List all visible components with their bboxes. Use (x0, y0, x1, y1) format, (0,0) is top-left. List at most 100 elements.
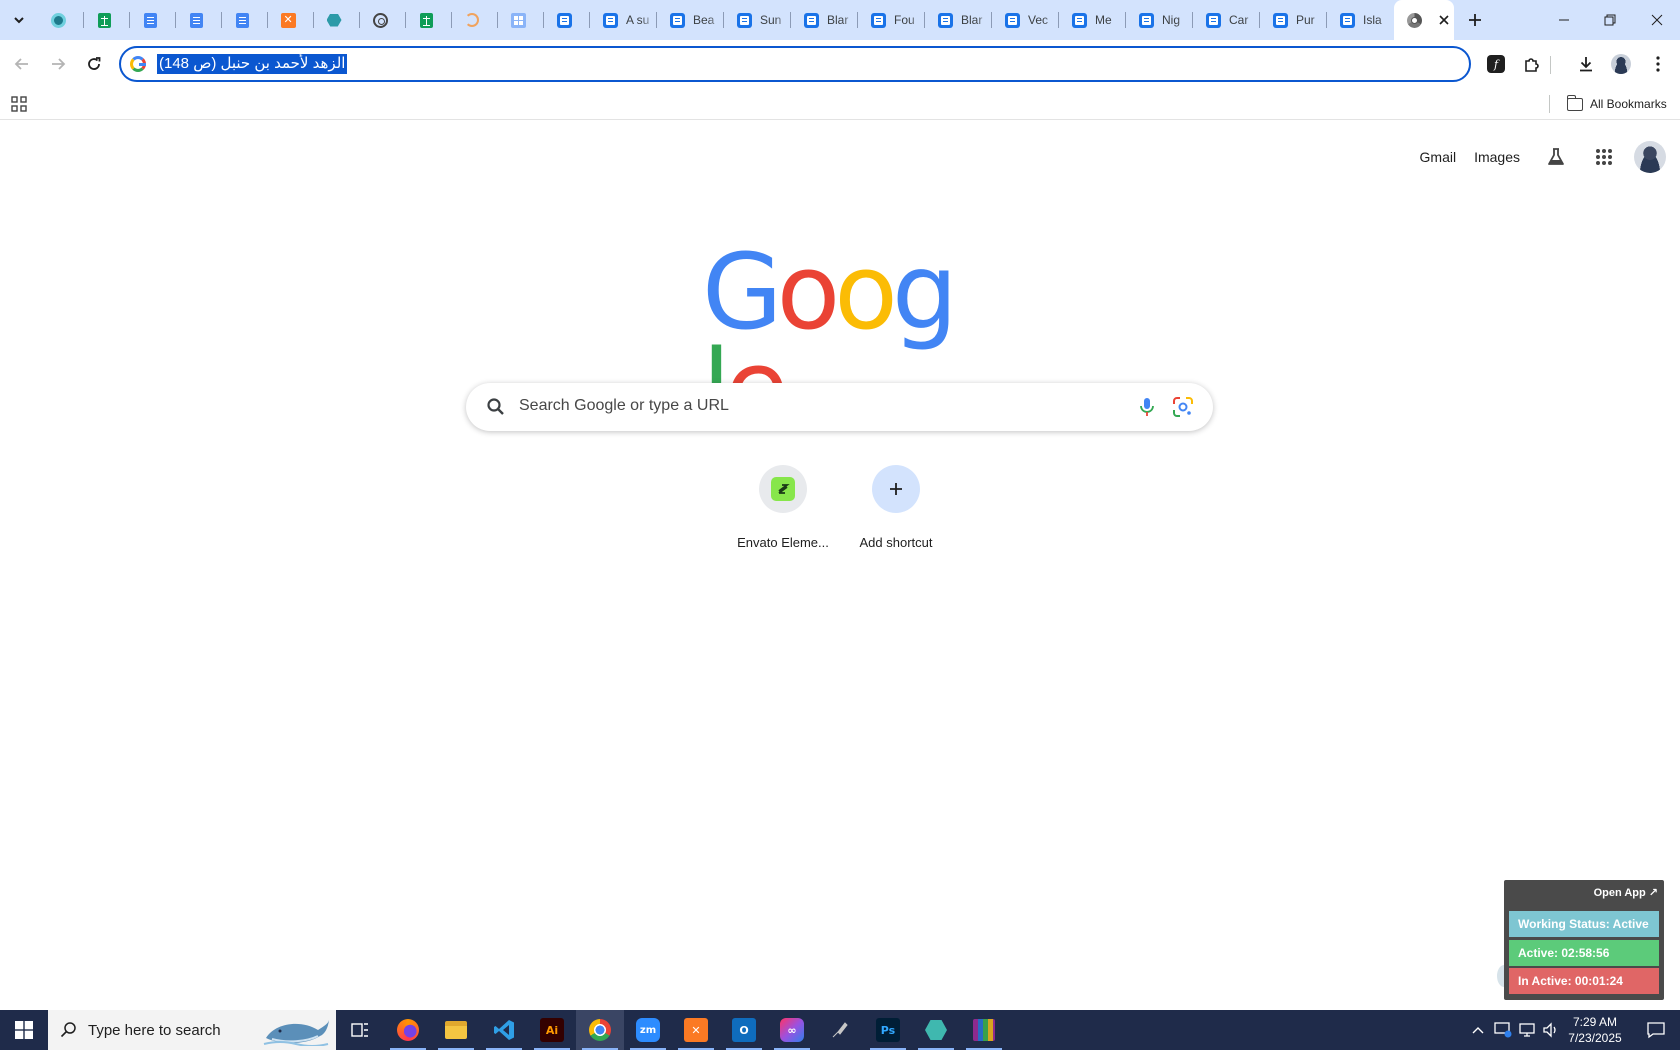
close-window-button[interactable] (1634, 0, 1680, 40)
tab[interactable] (406, 0, 452, 40)
taskbar-search-placeholder[interactable]: Type here to search (88, 1022, 221, 1039)
extension-button[interactable]: f (1482, 50, 1510, 78)
profile-button[interactable] (1607, 50, 1635, 78)
winrar-icon (973, 1019, 995, 1041)
tab[interactable] (222, 0, 268, 40)
toolbar-divider (1550, 56, 1551, 74)
taskbar-app-vscode[interactable] (480, 1010, 528, 1050)
tab-title: Blar (827, 13, 849, 27)
taskbar-app-teal[interactable] (912, 1010, 960, 1050)
tab[interactable] (130, 0, 176, 40)
taskbar-app-firefox[interactable] (384, 1010, 432, 1050)
tab[interactable] (84, 0, 130, 40)
new-tab-button[interactable] (1463, 8, 1487, 32)
taskbar-app-illustrator[interactable]: Ai (528, 1010, 576, 1050)
whale-illustration-icon (263, 1020, 329, 1046)
task-view-button[interactable] (336, 1010, 384, 1050)
google-forms-icon (556, 12, 572, 28)
xampp-icon: ✕ (684, 1018, 708, 1042)
tab[interactable] (544, 0, 590, 40)
microphone-icon[interactable] (1136, 396, 1158, 418)
tab[interactable] (452, 0, 498, 40)
tab[interactable]: Blar (925, 0, 992, 40)
google-sheets-icon (418, 12, 434, 28)
google-apps-button[interactable] (1584, 137, 1624, 177)
address-bar-text[interactable]: الزهد لأحمد بن حنبل (ص 148) (157, 54, 348, 74)
tab-title: Pur (1296, 13, 1315, 27)
tab[interactable]: Car (1193, 0, 1260, 40)
all-bookmarks-button[interactable]: All Bookmarks (1566, 94, 1667, 114)
tab-title: Bea (693, 13, 715, 27)
avatar[interactable] (1634, 141, 1666, 173)
tab[interactable]: Me (1059, 0, 1126, 40)
taskbar-app-file-explorer[interactable] (432, 1010, 480, 1050)
taskbar-app-photoshop[interactable]: Ps (864, 1010, 912, 1050)
google-lens-icon[interactable] (1172, 396, 1194, 418)
all-bookmarks-label: All Bookmarks (1590, 97, 1667, 111)
search-placeholder[interactable]: Search Google or type a URL (519, 397, 729, 415)
ntp-search-box[interactable]: Search Google or type a URL (466, 383, 1213, 431)
tab[interactable] (176, 0, 222, 40)
taskbar-app-zoom[interactable]: zm (624, 1010, 672, 1050)
tab-active[interactable] (1394, 0, 1454, 40)
back-button[interactable] (8, 50, 36, 78)
taskbar-app-winrar[interactable] (960, 1010, 1008, 1050)
tab[interactable]: Isla (1327, 0, 1394, 40)
tab[interactable] (268, 0, 314, 40)
tab[interactable] (38, 0, 84, 40)
taskbar-clock[interactable]: 7:29 AM 7/23/2025 (1560, 1014, 1630, 1046)
show-hidden-icons-button[interactable] (1466, 1010, 1490, 1050)
open-app-link[interactable]: Open App ↗ (1594, 886, 1658, 899)
tab[interactable]: Blar (791, 0, 858, 40)
menu-button[interactable] (1644, 50, 1672, 78)
tray-volume[interactable] (1540, 1010, 1562, 1050)
openai-icon (372, 12, 388, 28)
tab[interactable]: Vec (992, 0, 1059, 40)
tab[interactable]: A su (590, 0, 657, 40)
time-tracker-widget: Open App ↗ Working Status: Active Active… (1504, 880, 1664, 1000)
google-forms-icon (803, 12, 819, 28)
shortcut-envato[interactable]: Envato Eleme... (727, 463, 839, 550)
tab[interactable]: Fou (858, 0, 925, 40)
inactive-time: In Active: 00:01:24 (1509, 968, 1659, 994)
taskbar-app-outlook[interactable]: O (720, 1010, 768, 1050)
labs-button[interactable] (1536, 137, 1576, 177)
tab[interactable]: Sun (724, 0, 791, 40)
forward-button[interactable] (44, 50, 72, 78)
taskbar-app-creative-cloud[interactable]: ∞ (768, 1010, 816, 1050)
taskbar-search[interactable]: Type here to search (48, 1010, 336, 1050)
minimize-button[interactable] (1541, 0, 1587, 40)
orange-swirl-icon (464, 12, 480, 28)
tab[interactable]: Nig (1126, 0, 1193, 40)
tab[interactable]: Pur (1260, 0, 1327, 40)
shortcut-label: Add shortcut (859, 535, 933, 550)
restore-button[interactable] (1587, 0, 1633, 40)
tab[interactable] (498, 0, 544, 40)
google-logo: Google (702, 240, 974, 440)
add-shortcut-button[interactable]: Add shortcut (840, 463, 952, 550)
extensions-button[interactable] (1518, 50, 1546, 78)
reload-button[interactable] (80, 50, 108, 78)
tab[interactable]: Bea (657, 0, 724, 40)
address-bar[interactable]: الزهد لأحمد بن حنبل (ص 148) (119, 46, 1471, 82)
google-g-icon (130, 56, 146, 72)
tray-network[interactable] (1516, 1010, 1540, 1050)
gmail-link[interactable]: Gmail (1420, 149, 1457, 165)
tab-title: Fou (894, 13, 915, 27)
tab[interactable] (360, 0, 406, 40)
tab-search-button[interactable] (7, 8, 31, 32)
tab[interactable] (314, 0, 360, 40)
notifications-button[interactable] (1632, 1010, 1680, 1050)
tray-security[interactable] (1490, 1010, 1516, 1050)
images-link[interactable]: Images (1474, 149, 1520, 165)
taskbar-app-chrome[interactable] (576, 1010, 624, 1050)
taskbar-app-xampp[interactable]: ✕ (672, 1010, 720, 1050)
close-tab-icon[interactable] (1436, 12, 1452, 28)
google-forms-icon (669, 12, 685, 28)
tab-strip: A su Bea Sun Blar Fou Blar Vec Me Nig Ca… (0, 0, 1680, 40)
start-button[interactable] (0, 1010, 48, 1050)
downloads-button[interactable] (1572, 50, 1600, 78)
taskbar-app-pen-tool[interactable] (816, 1010, 864, 1050)
close-icon (1651, 14, 1663, 26)
apps-grid-icon[interactable] (11, 96, 27, 112)
